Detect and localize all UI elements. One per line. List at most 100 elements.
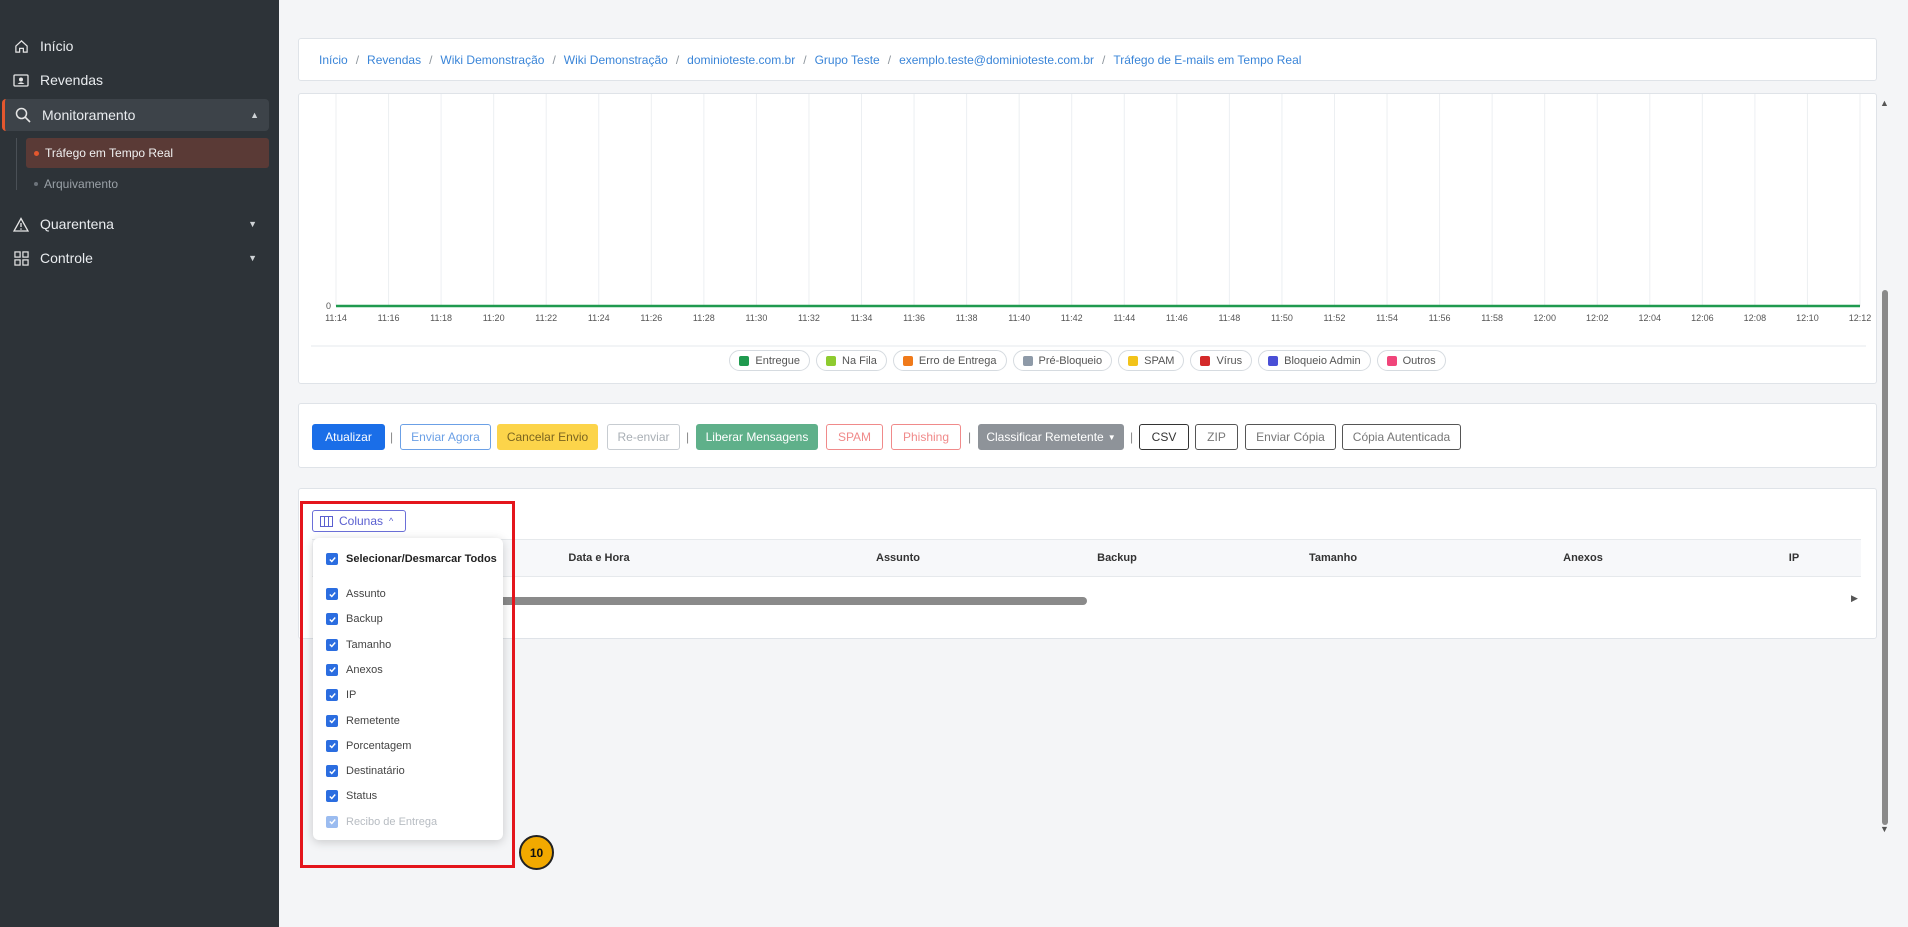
separator: | [390, 430, 394, 444]
x-tick-label: 11:14 [325, 313, 347, 323]
sidebar-item-inicio[interactable]: Início [0, 30, 279, 62]
sidebar-item-monitoramento[interactable]: Monitoramento ▲ [2, 99, 269, 131]
breadcrumb-separator: / [1102, 52, 1106, 67]
traffic-chart: 0 11:14 11:16 11:18 11:20 11:22 11:24 11:26 11:2… [311, 94, 1872, 347]
legend-swatch [1386, 355, 1397, 366]
atualizar-button[interactable]: Atualizar [312, 424, 385, 450]
y-tick-label: 0 [326, 301, 331, 311]
legend-item[interactable]: Erro de Entrega [892, 350, 1007, 371]
submenu-line [16, 138, 17, 190]
breadcrumb-separator: / [552, 52, 556, 67]
caret-down-icon: ▼ [1107, 432, 1116, 442]
column-header[interactable]: IP [1789, 552, 1799, 564]
sidebar-subitem-label: Arquivamento [44, 177, 119, 191]
separator: | [968, 430, 972, 444]
x-tick-label: 11:32 [798, 313, 820, 323]
spam-button[interactable]: SPAM [826, 424, 883, 450]
column-header[interactable]: Assunto [876, 552, 920, 564]
legend-label: Outros [1402, 354, 1436, 367]
x-tick-label: 11:40 [1008, 313, 1030, 323]
breadcrumb-link[interactable]: Wiki Demonstração [440, 53, 544, 67]
caret-up-icon: ▲ [250, 110, 259, 120]
x-tick-label: 12:00 [1533, 313, 1556, 323]
sidebar-subitem-trafego[interactable]: Tráfego em Tempo Real [26, 138, 269, 168]
legend-label: Entregue [755, 354, 801, 367]
legend-swatch [1128, 355, 1139, 366]
x-tick-label: 11:38 [956, 313, 978, 323]
x-tick-label: 11:50 [1271, 313, 1293, 323]
legend-item[interactable]: Outros [1376, 350, 1446, 371]
sidebar-item-label: Monitoramento [42, 107, 136, 123]
column-header[interactable]: Tamanho [1309, 552, 1357, 564]
x-tick-label: 11:26 [640, 313, 662, 323]
liberar-mensagens-button[interactable]: Liberar Mensagens [696, 424, 818, 450]
caret-down-icon: ▼ [248, 253, 257, 263]
x-tick-label: 11:42 [1061, 313, 1083, 323]
legend-item[interactable]: Na Fila [816, 350, 887, 371]
sidebar: Início Revendas Monitoramento ▲ Tráfego … [0, 0, 279, 927]
phishing-button[interactable]: Phishing [891, 424, 961, 450]
sidebar-item-label: Quarentena [40, 216, 114, 232]
bullet-icon [34, 182, 38, 186]
home-icon [12, 37, 30, 55]
sidebar-subitem-label: Tráfego em Tempo Real [45, 146, 174, 160]
breadcrumb-separator: / [355, 52, 360, 67]
breadcrumb-link[interactable]: exemplo.teste@dominioteste.com.br [899, 53, 1094, 67]
separator: | [686, 430, 690, 444]
legend-item[interactable]: Pré-Bloqueio [1012, 350, 1113, 371]
breadcrumb-link[interactable]: Início [319, 53, 348, 67]
x-tick-label: 11:22 [535, 313, 557, 323]
column-header[interactable]: Data e Hora [568, 552, 629, 564]
legend-item[interactable]: Entregue [729, 350, 811, 371]
breadcrumb: Início / Revendas / Wiki Demonstração / Wiki D… [298, 38, 1877, 81]
re-enviar-button[interactable]: Re-enviar [607, 424, 680, 450]
breadcrumb-link[interactable]: Revendas [367, 53, 421, 67]
sidebar-item-controle[interactable]: Controle ▼ [0, 242, 279, 274]
messages-table-card: Data e Hora Assunto Backup Tamanho Anexo… [298, 488, 1877, 639]
scroll-down-icon[interactable]: ▼ [1880, 824, 1889, 834]
breadcrumb-link[interactable]: Tráfego de E-mails em Tempo Real [1113, 53, 1301, 67]
caret-down-icon: ▼ [248, 219, 257, 229]
csv-button[interactable]: CSV [1139, 424, 1189, 450]
x-tick-label: 12:10 [1796, 313, 1819, 323]
breadcrumb-link[interactable]: Grupo Teste [815, 53, 880, 67]
cancelar-envio-button[interactable]: Cancelar Envio [497, 424, 598, 450]
vertical-scrollbar[interactable] [1882, 290, 1888, 825]
search-icon [14, 106, 32, 124]
breadcrumb-link[interactable]: dominioteste.com.br [687, 53, 795, 67]
breadcrumb-separator: / [675, 52, 680, 67]
grid-icon [12, 249, 30, 267]
legend-item[interactable]: Vírus [1190, 350, 1253, 371]
copia-autenticada-button[interactable]: Cópia Autenticada [1342, 424, 1461, 450]
column-header[interactable]: Backup [1097, 552, 1137, 564]
sidebar-subitem-arquivamento[interactable]: Arquivamento [26, 169, 269, 199]
separator: | [1130, 430, 1134, 444]
x-tick-label: 11:34 [851, 313, 873, 323]
legend-swatch [1200, 355, 1211, 366]
x-tick-label: 11:56 [1429, 313, 1451, 323]
sidebar-item-label: Início [40, 38, 74, 54]
scroll-right-icon[interactable]: ▶ [1851, 593, 1858, 604]
sidebar-item-quarentena[interactable]: Quarentena ▼ [0, 208, 279, 240]
enviar-agora-button[interactable]: Enviar Agora [400, 424, 491, 450]
x-tick-label: 11:30 [745, 313, 767, 323]
breadcrumb-link[interactable]: Wiki Demonstração [564, 53, 668, 67]
horizontal-scrollbar[interactable] [459, 597, 1087, 605]
x-tick-label: 12:02 [1586, 313, 1609, 323]
legend-label: Na Fila [842, 354, 877, 367]
legend-label: SPAM [1144, 354, 1175, 367]
x-tick-label: 11:20 [483, 313, 505, 323]
scroll-up-icon[interactable]: ▲ [1880, 98, 1889, 108]
zip-button[interactable]: ZIP [1195, 424, 1238, 450]
legend-swatch [739, 355, 750, 366]
classificar-remetente-label: Classificar Remetente [986, 430, 1104, 444]
x-tick-label: 11:52 [1324, 313, 1346, 323]
x-tick-label: 12:12 [1849, 313, 1872, 323]
legend-item[interactable]: Bloqueio Admin [1258, 350, 1371, 371]
column-header[interactable]: Anexos [1563, 552, 1603, 564]
classificar-remetente-dropdown[interactable]: Classificar Remetente ▼ [978, 424, 1124, 450]
annotation-highlight-box [300, 501, 515, 868]
legend-item[interactable]: SPAM [1118, 350, 1185, 371]
sidebar-item-revendas[interactable]: Revendas [0, 64, 279, 96]
enviar-copia-button[interactable]: Enviar Cópia [1245, 424, 1336, 450]
